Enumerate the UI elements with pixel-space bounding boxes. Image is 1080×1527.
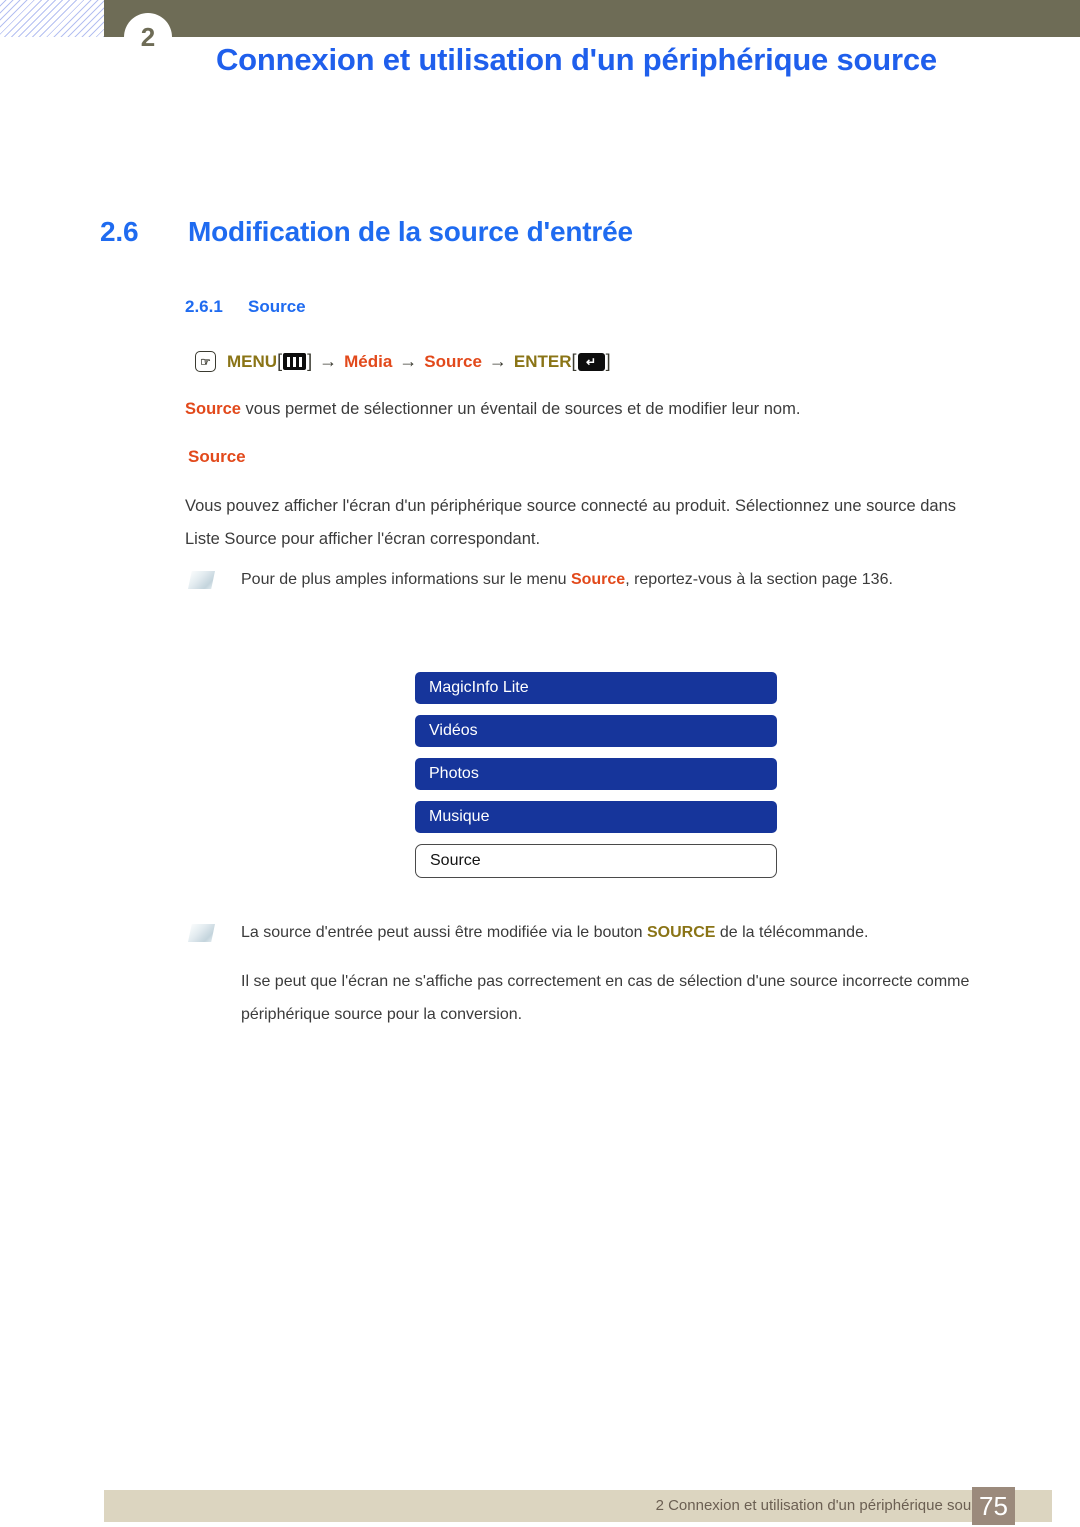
subsection-number: 2.6.1	[185, 297, 223, 316]
source-subheading: Source	[188, 447, 246, 466]
intro-paragraph: Source vous permet de sélectionner un év…	[185, 393, 975, 426]
menu-path-source: Source	[424, 351, 482, 371]
paragraph-source-description: Vous pouvez afficher l'écran d'un périph…	[185, 497, 957, 548]
hand-pointer-icon: ☞	[195, 351, 216, 372]
menu-path-enter-label: ENTER	[513, 351, 572, 371]
bracket-close-2: ]	[605, 351, 611, 371]
osd-item-photos[interactable]: Photos	[415, 758, 777, 790]
enter-key-icon: ↵	[577, 352, 605, 371]
section-heading: 2.6 Modification de la source d'entrée	[100, 216, 633, 248]
path-arrow-3: →	[488, 351, 507, 371]
osd-item-musique[interactable]: Musique	[415, 801, 777, 833]
note1-keyword: Source	[570, 571, 626, 588]
note-remote-source: La source d'entrée peut aussi être modif…	[188, 916, 1018, 949]
section-title: Modification de la source d'entrée	[188, 216, 633, 247]
chapter-title: Connexion et utilisation d'un périphériq…	[216, 42, 937, 77]
note2-keyword: SOURCE	[646, 924, 716, 941]
header-bar	[104, 0, 1080, 37]
footer-chapter-label: 2 Connexion et utilisation d'un périphér…	[655, 1497, 992, 1514]
path-arrow-1: →	[319, 351, 338, 371]
note2-text-after: de la télécommande.	[715, 924, 869, 941]
subsection-title: Source	[248, 297, 306, 316]
note-reference: Pour de plus amples informations sur le …	[188, 563, 988, 596]
menu-key-icon	[283, 353, 307, 370]
bracket-open: [	[277, 351, 283, 371]
decorative-hatch-pattern	[0, 0, 104, 37]
section-number: 2.6	[100, 216, 139, 247]
menu-path-media: Média	[344, 351, 393, 371]
note1-text-before: Pour de plus amples informations sur le …	[241, 571, 571, 588]
note1-text-after: , reportez-vous à la section page 136.	[625, 571, 893, 588]
note-remote-source-text: La source d'entrée peut aussi être modif…	[241, 916, 868, 949]
bracket-close: ]	[307, 351, 313, 371]
note-reference-text: Pour de plus amples informations sur le …	[241, 563, 893, 596]
osd-item-source-selected[interactable]: Source	[415, 844, 777, 878]
bracket-open-2: [	[571, 351, 577, 371]
footer-page-number: 75	[972, 1487, 1015, 1525]
chapter-number-badge: 2	[124, 13, 172, 61]
subsection-heading: 2.6.1 Source	[185, 297, 306, 317]
menu-path-menu-label: MENU	[227, 351, 278, 371]
osd-menu: MagicInfo Lite Vidéos Photos Musique Sou…	[415, 672, 777, 878]
note-flag-icon	[188, 571, 215, 589]
osd-item-magicinfo-lite[interactable]: MagicInfo Lite	[415, 672, 777, 704]
note-flag-icon	[188, 924, 215, 942]
osd-item-videos[interactable]: Vidéos	[415, 715, 777, 747]
note2-text-before: La source d'entrée peut aussi être modif…	[241, 924, 647, 941]
menu-path-breadcrumb: ☞ MENU [ ] → Média → Source → ENTER [ ↵ …	[195, 351, 611, 372]
note-conversion-warning: Il se peut que l'écran ne s'affiche pas …	[241, 973, 970, 1023]
intro-keyword: Source	[185, 400, 241, 418]
path-arrow-2: →	[399, 351, 418, 371]
intro-text: vous permet de sélectionner un éventail …	[240, 400, 801, 418]
